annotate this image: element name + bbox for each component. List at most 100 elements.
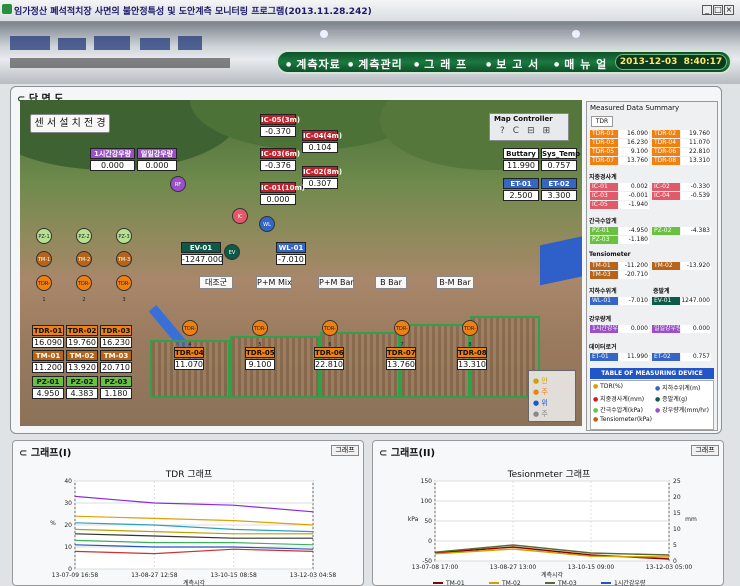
tm-02-value: 13.920: [66, 362, 98, 373]
tdr-04-value: 11.070: [174, 359, 204, 370]
tdr-07-value: 13.760: [386, 359, 416, 370]
summary-value: 0.000: [619, 325, 649, 333]
summary-section-logger: 데이터로거: [589, 344, 617, 351]
wl-01-value: -7.010: [276, 254, 306, 265]
minimize-button[interactable]: _: [702, 5, 712, 15]
summary-value: -1.180: [619, 236, 649, 244]
tdr-5-marker[interactable]: TDR-5: [252, 320, 268, 348]
evaporation-marker[interactable]: EV: [224, 244, 240, 260]
app-icon: [2, 4, 12, 14]
tdr-6-marker[interactable]: TDR-6: [322, 320, 338, 348]
tdr-7-marker[interactable]: TDR-7: [394, 320, 410, 348]
tdr-4-marker[interactable]: TDR-4: [182, 320, 198, 348]
tdr-2-marker[interactable]: TDR-2: [76, 275, 92, 303]
tensiometer-chart[interactable]: -50050100150051015202513-07-08 17:00 13-0…: [373, 441, 725, 586]
zoom-icon[interactable]: ⊞: [543, 126, 559, 136]
daily-rain-value: 0.000: [137, 160, 177, 171]
summary-key: IC-03: [590, 192, 618, 200]
clock: 2013-12-03 8:40:17: [615, 54, 727, 70]
pz-1-marker[interactable]: PZ-1: [36, 228, 52, 244]
summary-section-pz: 간극수압계: [589, 218, 617, 225]
summary-value: -4.383: [681, 227, 711, 235]
tm-3-marker[interactable]: TM-3: [116, 251, 132, 267]
x-tick-label: 13-12-03 05:00: [646, 564, 693, 571]
legend-item: 안: [541, 377, 548, 385]
water-level-marker[interactable]: WL: [259, 216, 275, 232]
y-tick-label: 50: [424, 518, 432, 525]
sys-temp-label: Sys_Temp: [541, 148, 581, 159]
summary-key: PZ-01: [590, 227, 618, 235]
inclinometer-marker[interactable]: IC: [232, 208, 248, 224]
daily-rain-label: 일일강우량: [137, 148, 177, 159]
y2-tick-label: 10: [673, 526, 681, 533]
y-tick-label: 10: [64, 544, 72, 551]
section-pm-mix-button[interactable]: P+M Mix: [256, 276, 292, 289]
legend-label: TM-01: [445, 580, 465, 586]
tdr-02-label: TDR-02: [66, 325, 98, 336]
summary-key: TDR-01: [590, 130, 618, 138]
device-item: 증발계(g): [662, 396, 688, 403]
pz-02-value: 4.383: [66, 388, 98, 399]
et-02-label: ET-02: [541, 178, 577, 189]
summary-section-rain: 강우량계: [589, 316, 612, 323]
y-axis-label: kPa: [408, 516, 419, 523]
summary-key: ET-01: [590, 353, 618, 361]
legend-label: TM-03: [557, 580, 577, 586]
section-b-bar-button[interactable]: B Bar: [375, 276, 407, 289]
header-decoration: [320, 30, 580, 38]
wl-01-label: WL-01: [276, 242, 306, 253]
et-01-value: 2.500: [503, 190, 539, 201]
help-icon[interactable]: ?: [500, 126, 513, 136]
device-item: TDR(%): [600, 383, 624, 390]
pz-2-marker[interactable]: PZ-2: [76, 228, 92, 244]
device-item: 강우량계(mm/hr): [662, 407, 709, 414]
ev-01-value: -1247.000: [181, 254, 224, 265]
summary-key: ET-02: [652, 353, 680, 361]
summary-title: Measured Data Summary: [590, 104, 680, 112]
section-control-button[interactable]: 대조군: [199, 276, 233, 289]
summary-key: TDR-06: [652, 148, 680, 156]
summary-key: TDR-05: [590, 148, 618, 156]
nav-measurement-management[interactable]: 계측관리: [348, 56, 403, 72]
close-button[interactable]: ×: [724, 5, 734, 15]
summary-value: -7.010: [619, 297, 649, 305]
tdr-3-marker[interactable]: TDR-3: [116, 275, 132, 303]
summary-key: IC-02: [652, 183, 680, 191]
summary-value: 0.757: [681, 353, 711, 361]
tm-1-marker[interactable]: TM-1: [36, 251, 52, 267]
summary-key: 1시간강우량: [590, 325, 624, 333]
pz-02-label: PZ-02: [66, 376, 98, 387]
device-table-title: TABLE OF MEASURING DEVICE: [590, 368, 714, 379]
section-pm-bar-button[interactable]: P+M Bar: [318, 276, 354, 289]
y-tick-label: 100: [421, 498, 433, 505]
sensor-installation-button[interactable]: 센 서 설 치 전 경: [30, 114, 110, 133]
nav-manual[interactable]: 매 뉴 얼: [554, 56, 607, 72]
tdr-8-marker[interactable]: TDR-8: [462, 320, 478, 348]
ic-05-label: IC-05(3m): [260, 114, 301, 125]
logo: [10, 34, 240, 74]
tdr-03-value: 16.230: [100, 337, 132, 348]
y-tick-label: 30: [64, 500, 72, 507]
refresh-icon[interactable]: C: [513, 126, 527, 136]
nav-measurement-data[interactable]: 계측자료: [286, 56, 341, 72]
summary-value: -4.950: [619, 227, 649, 235]
save-icon[interactable]: ⊟: [527, 126, 543, 136]
nav-report[interactable]: 보 고 서: [486, 56, 539, 72]
ic-05-value: -0.370: [260, 126, 296, 137]
tab-tdr[interactable]: TDR: [591, 116, 613, 127]
tdr-03-label: TDR-03: [100, 325, 132, 336]
section-bm-bar-button[interactable]: B-M Bar: [436, 276, 474, 289]
summary-value: -0.539: [681, 192, 711, 200]
x-tick-label: 13-08-27 13:00: [490, 564, 537, 571]
header: 계측자료 계측관리 그 래 프 보 고 서 매 뉴 얼 2013-12-03 8…: [0, 22, 740, 84]
pz-3-marker[interactable]: PZ-3: [116, 228, 132, 244]
summary-key: IC-05: [590, 201, 618, 209]
maximize-button[interactable]: □: [713, 5, 723, 15]
tdr-chart[interactable]: 01020304013-07-09 16:58 13-08-27 12:58 13-…: [13, 441, 365, 586]
summary-value: -20.710: [619, 271, 649, 279]
nav-graph[interactable]: 그 래 프: [414, 56, 467, 72]
tdr-1-marker[interactable]: TDR-1: [36, 275, 52, 303]
rain-gauge-marker[interactable]: RF: [170, 176, 186, 192]
tm-2-marker[interactable]: TM-2: [76, 251, 92, 267]
summary-value: -0.330: [681, 183, 711, 191]
